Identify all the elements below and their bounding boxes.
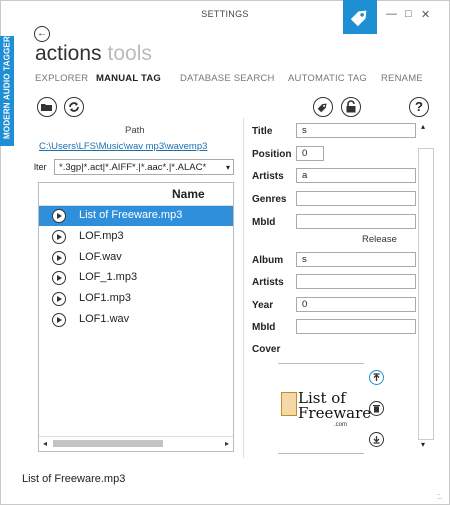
vertical-scrollbar[interactable]: ▴ ▾ bbox=[418, 120, 434, 453]
list-item[interactable]: LOF1.wav bbox=[39, 310, 233, 330]
scroll-up-icon[interactable]: ▴ bbox=[421, 122, 425, 131]
artists-field[interactable]: a bbox=[296, 168, 416, 183]
help-label: ? bbox=[415, 99, 423, 114]
release-heading: Release bbox=[362, 234, 397, 245]
path-link[interactable]: C:\Users\LFS\Music\wav mp3\wavemp3 bbox=[39, 141, 207, 152]
unlock-icon[interactable] bbox=[341, 97, 361, 117]
cover-logo-text-3: .com bbox=[334, 422, 348, 428]
path-label: Path bbox=[125, 125, 145, 136]
column-name-header[interactable]: Name bbox=[172, 187, 205, 201]
close-button[interactable]: ✕ bbox=[421, 8, 430, 21]
genres-label: Genres bbox=[252, 194, 287, 205]
upload-cover-icon[interactable] bbox=[369, 370, 384, 385]
list-item[interactable]: List of Freeware.mp3 bbox=[39, 206, 233, 226]
mbid-field[interactable] bbox=[296, 214, 416, 229]
delete-cover-icon[interactable] bbox=[369, 401, 384, 416]
open-folder-icon[interactable] bbox=[37, 97, 57, 117]
play-icon[interactable] bbox=[52, 292, 66, 306]
position-field[interactable]: 0 bbox=[296, 146, 324, 161]
release-mbid-field[interactable] bbox=[296, 319, 416, 334]
release-mbid-label: MbId bbox=[252, 322, 276, 333]
tag-icon[interactable] bbox=[313, 97, 333, 117]
play-icon[interactable] bbox=[52, 313, 66, 327]
list-item[interactable]: LOF1.mp3 bbox=[39, 289, 233, 309]
scroll-down-icon[interactable]: ▾ bbox=[421, 440, 425, 449]
help-icon[interactable]: ? bbox=[409, 97, 429, 117]
tab-automatic-tag[interactable]: AUTOMATIC TAG bbox=[288, 73, 367, 84]
title-tools[interactable]: tools bbox=[108, 42, 152, 65]
play-icon[interactable] bbox=[52, 271, 66, 285]
scrollbar-thumb[interactable] bbox=[53, 440, 163, 447]
tab-explorer[interactable]: EXPLORER bbox=[35, 73, 88, 84]
file-name: LOF.wav bbox=[79, 251, 122, 263]
scrollbar-track[interactable] bbox=[418, 148, 434, 440]
cover-top-border bbox=[278, 363, 364, 364]
play-icon[interactable] bbox=[52, 251, 66, 265]
album-field[interactable]: s bbox=[296, 252, 416, 267]
play-icon[interactable] bbox=[52, 209, 66, 223]
year-field[interactable]: 0 bbox=[296, 297, 416, 312]
tab-rename[interactable]: RENAME bbox=[381, 73, 423, 84]
scroll-left-icon[interactable]: ◂ bbox=[43, 439, 47, 448]
chevron-down-icon: ▾ bbox=[225, 163, 230, 172]
filter-dropdown[interactable]: *.3gp|*.act|*.AIFF*.|*.aac*.|*.ALAC* ▾ bbox=[54, 159, 234, 175]
cover-bottom-border bbox=[278, 453, 364, 454]
mbid-label: MbId bbox=[252, 217, 276, 228]
release-artists-field[interactable] bbox=[296, 274, 416, 289]
filter-value: *.3gp|*.act|*.AIFF*.|*.aac*.|*.ALAC* bbox=[59, 162, 207, 173]
genres-field[interactable] bbox=[296, 191, 416, 206]
file-name: LOF1.wav bbox=[79, 313, 130, 325]
title-field[interactable]: s bbox=[296, 123, 416, 138]
app-sidebar-strip: MODERN AUDIO TAGGER bbox=[0, 36, 14, 146]
app-tag-badge bbox=[343, 0, 377, 34]
album-label: Album bbox=[252, 255, 284, 266]
page-title: actions tools bbox=[35, 42, 152, 66]
title-actions[interactable]: actions bbox=[35, 42, 102, 65]
scroll-right-icon[interactable]: ▸ bbox=[225, 439, 229, 448]
list-item[interactable]: LOF_1.mp3 bbox=[39, 268, 233, 288]
artists-label: Artists bbox=[252, 171, 284, 182]
title-label: Title bbox=[252, 126, 273, 137]
minimize-button[interactable]: — bbox=[386, 8, 397, 20]
release-artists-label: Artists bbox=[252, 277, 284, 288]
file-list[interactable]: Name List of Freeware.mp3 LOF.mp3 LOF.wa… bbox=[38, 182, 234, 452]
tab-database-search[interactable]: DATABASE SEARCH bbox=[180, 73, 275, 84]
file-name: LOF1.mp3 bbox=[79, 292, 131, 304]
list-item[interactable]: LOF.mp3 bbox=[39, 227, 233, 247]
list-item[interactable]: LOF.wav bbox=[39, 248, 233, 268]
play-icon[interactable] bbox=[52, 230, 66, 244]
file-name: LOF.mp3 bbox=[79, 230, 124, 242]
horizontal-scrollbar[interactable]: ◂ ▸ bbox=[39, 436, 233, 451]
tab-manual-tag[interactable]: MANUAL TAG bbox=[96, 73, 161, 84]
back-icon[interactable]: ← bbox=[34, 26, 50, 42]
refresh-icon[interactable] bbox=[64, 97, 84, 117]
year-label: Year bbox=[252, 300, 274, 311]
cover-label: Cover bbox=[252, 344, 281, 355]
download-cover-icon[interactable] bbox=[369, 432, 384, 447]
window-title: SETTINGS bbox=[201, 9, 249, 19]
cover-image: List of Freeware .com bbox=[278, 389, 372, 429]
filter-label: lter bbox=[34, 162, 47, 172]
panel-divider bbox=[243, 118, 244, 458]
file-name: List of Freeware.mp3 bbox=[79, 209, 183, 221]
position-label: Position bbox=[252, 149, 292, 160]
file-name: LOF_1.mp3 bbox=[79, 271, 138, 283]
clipboard-icon bbox=[281, 392, 297, 416]
maximize-button[interactable]: □ bbox=[405, 8, 412, 20]
cover-logo-text-2: Freeware bbox=[298, 404, 372, 422]
resize-grip-icon[interactable]: . .. . . bbox=[437, 490, 443, 501]
sidebar-label: MODERN AUDIO TAGGER bbox=[2, 36, 12, 139]
list-header[interactable]: Name bbox=[39, 183, 233, 206]
status-selected-file: List of Freeware.mp3 bbox=[22, 473, 126, 485]
